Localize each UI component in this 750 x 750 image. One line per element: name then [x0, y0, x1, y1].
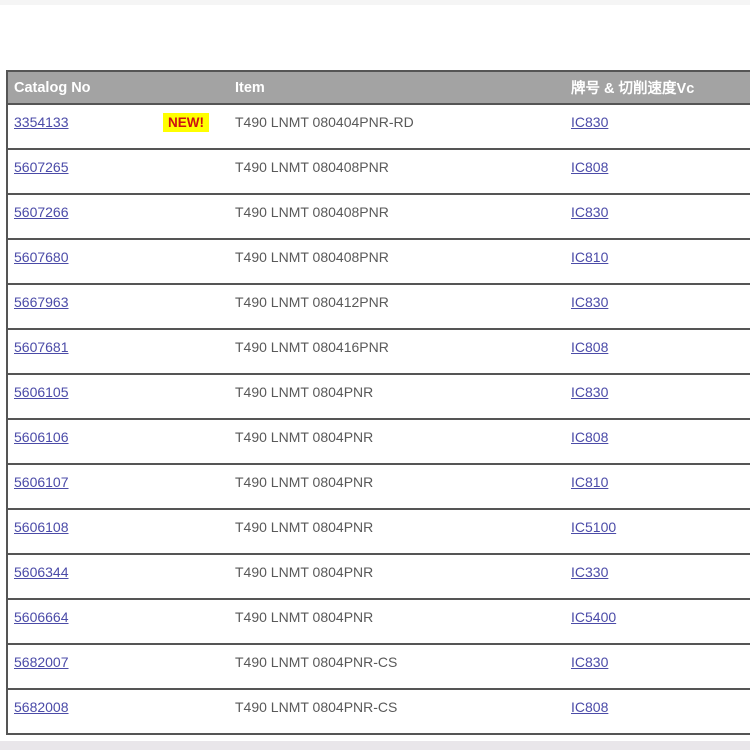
grade-cell: IC830	[565, 194, 750, 239]
grade-cell: IC5400	[565, 599, 750, 644]
table-row: 5667963 T490 LNMT 080412PNR IC830	[7, 284, 750, 329]
grade-link[interactable]: IC830	[571, 384, 608, 400]
grade-cell: IC830	[565, 284, 750, 329]
item-cell: T490 LNMT 0804PNR	[229, 464, 565, 509]
catalog-no-cell: 5606344	[7, 554, 229, 599]
catalog-no-cell: 5606105	[7, 374, 229, 419]
table-row: 3354133 NEW! T490 LNMT 080404PNR-RD IC83…	[7, 104, 750, 149]
grade-link[interactable]: IC5100	[571, 519, 616, 535]
catalog-no-link[interactable]: 5607681	[14, 339, 69, 355]
catalog-no-cell: 5682008	[7, 689, 229, 734]
item-cell: T490 LNMT 080404PNR-RD	[229, 104, 565, 149]
item-cell: T490 LNMT 0804PNR-CS	[229, 644, 565, 689]
grade-cell: IC830	[565, 374, 750, 419]
catalog-no-link[interactable]: 5606105	[14, 384, 69, 400]
grade-cell: IC810	[565, 239, 750, 284]
catalog-no-cell: 5682007	[7, 644, 229, 689]
grade-cell: IC808	[565, 689, 750, 734]
catalog-no-link[interactable]: 5606344	[14, 564, 69, 580]
grade-cell: IC810	[565, 464, 750, 509]
grade-cell: IC808	[565, 419, 750, 464]
catalog-no-link[interactable]: 5682007	[14, 654, 69, 670]
table-row: 5606106 T490 LNMT 0804PNR IC808	[7, 419, 750, 464]
catalog-no-cell: 5606108	[7, 509, 229, 554]
grade-link[interactable]: IC808	[571, 699, 608, 715]
grade-cell: IC830	[565, 104, 750, 149]
catalog-no-link[interactable]: 5606106	[14, 429, 69, 445]
table-row: 5606108 T490 LNMT 0804PNR IC5100	[7, 509, 750, 554]
catalog-no-link[interactable]: 5606108	[14, 519, 69, 535]
catalog-no-link[interactable]: 5607265	[14, 159, 69, 175]
table-row: 5682008 T490 LNMT 0804PNR-CS IC808	[7, 689, 750, 734]
catalog-no-cell: 5607266	[7, 194, 229, 239]
catalog-no-cell: 5606107	[7, 464, 229, 509]
table-row: 5606107 T490 LNMT 0804PNR IC810	[7, 464, 750, 509]
grade-link[interactable]: IC830	[571, 114, 608, 130]
column-header-item: Item	[229, 71, 565, 104]
catalog-no-link[interactable]: 5667963	[14, 294, 69, 310]
item-cell: T490 LNMT 0804PNR	[229, 599, 565, 644]
table-header-row: Catalog No Item 牌号 & 切削速度Vc	[7, 71, 750, 104]
item-cell: T490 LNMT 080408PNR	[229, 239, 565, 284]
catalog-no-link[interactable]: 5682008	[14, 699, 69, 715]
catalog-no-link[interactable]: 3354133	[14, 114, 69, 130]
item-cell: T490 LNMT 080408PNR	[229, 149, 565, 194]
page-bottom-band	[0, 741, 750, 750]
catalog-no-cell: 3354133 NEW!	[7, 104, 229, 149]
grade-link[interactable]: IC810	[571, 474, 608, 490]
grade-link[interactable]: IC810	[571, 249, 608, 265]
table-row: 5606105 T490 LNMT 0804PNR IC830	[7, 374, 750, 419]
grade-link[interactable]: IC808	[571, 339, 608, 355]
table-row: 5606344 T490 LNMT 0804PNR IC330	[7, 554, 750, 599]
catalog-no-cell: 5606106	[7, 419, 229, 464]
catalog-no-cell: 5667963	[7, 284, 229, 329]
grade-link[interactable]: IC830	[571, 294, 608, 310]
catalog-no-cell: 5607265	[7, 149, 229, 194]
grade-cell: IC830	[565, 644, 750, 689]
table-row: 5607681 T490 LNMT 080416PNR IC808	[7, 329, 750, 374]
catalog-table: Catalog No Item 牌号 & 切削速度Vc 3354133 NEW!…	[6, 70, 750, 735]
catalog-no-link[interactable]: 5607266	[14, 204, 69, 220]
item-cell: T490 LNMT 0804PNR	[229, 374, 565, 419]
grade-link[interactable]: IC808	[571, 159, 608, 175]
page-top-strip	[0, 0, 750, 5]
grade-cell: IC330	[565, 554, 750, 599]
item-cell: T490 LNMT 0804PNR	[229, 509, 565, 554]
grade-link[interactable]: IC808	[571, 429, 608, 445]
grade-link[interactable]: IC830	[571, 654, 608, 670]
catalog-no-cell: 5606664	[7, 599, 229, 644]
catalog-no-cell: 5607680	[7, 239, 229, 284]
item-cell: T490 LNMT 080408PNR	[229, 194, 565, 239]
table-row: 5607265 T490 LNMT 080408PNR IC808	[7, 149, 750, 194]
grade-link[interactable]: IC5400	[571, 609, 616, 625]
column-header-catalog-no: Catalog No	[7, 71, 229, 104]
table-row: 5607266 T490 LNMT 080408PNR IC830	[7, 194, 750, 239]
table-row: 5682007 T490 LNMT 0804PNR-CS IC830	[7, 644, 750, 689]
item-cell: T490 LNMT 0804PNR	[229, 554, 565, 599]
item-cell: T490 LNMT 0804PNR	[229, 419, 565, 464]
new-badge: NEW!	[163, 113, 209, 132]
table-row: 5607680 T490 LNMT 080408PNR IC810	[7, 239, 750, 284]
item-cell: T490 LNMT 0804PNR-CS	[229, 689, 565, 734]
grade-cell: IC5100	[565, 509, 750, 554]
item-cell: T490 LNMT 080416PNR	[229, 329, 565, 374]
catalog-no-cell: 5607681	[7, 329, 229, 374]
grade-link[interactable]: IC330	[571, 564, 608, 580]
grade-cell: IC808	[565, 149, 750, 194]
catalog-no-link[interactable]: 5607680	[14, 249, 69, 265]
grade-link[interactable]: IC830	[571, 204, 608, 220]
column-header-grade-cutting-speed: 牌号 & 切削速度Vc	[565, 71, 750, 104]
catalog-no-link[interactable]: 5606664	[14, 609, 69, 625]
table-row: 5606664 T490 LNMT 0804PNR IC5400	[7, 599, 750, 644]
item-cell: T490 LNMT 080412PNR	[229, 284, 565, 329]
grade-cell: IC808	[565, 329, 750, 374]
catalog-no-link[interactable]: 5606107	[14, 474, 69, 490]
